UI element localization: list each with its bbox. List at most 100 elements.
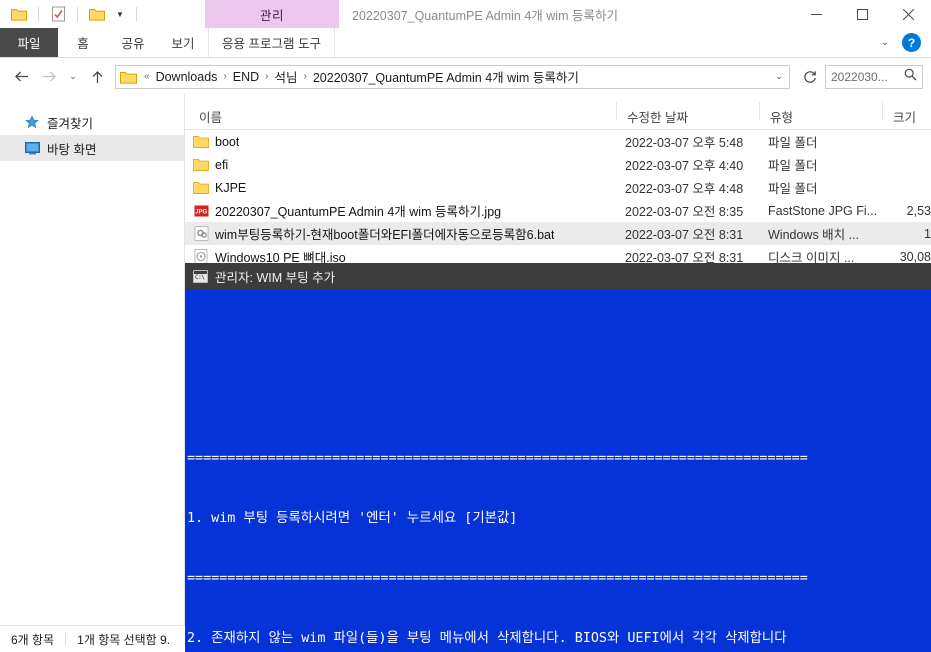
window-controls <box>793 0 931 28</box>
help-button[interactable]: ? <box>902 33 921 52</box>
table-row[interactable]: efi 2022-03-07 오후 4:40 파일 폴더 <box>185 153 931 176</box>
sidebar-item-favorites[interactable]: 즐겨찾기 <box>0 109 184 135</box>
file-type: Windows 배치 ... <box>768 228 860 242</box>
column-header-size[interactable]: 크기 <box>881 102 916 126</box>
file-name: boot <box>215 134 240 149</box>
tab-home[interactable]: 홈 <box>58 28 108 57</box>
search-value: 2022030... <box>831 69 888 84</box>
breadcrumb-item-downloads[interactable]: Downloads <box>154 70 220 84</box>
status-selection-info: 1개 항목 선택함 9. <box>77 632 171 647</box>
sidebar-item-label: 즐겨찾기 <box>47 116 94 131</box>
refresh-button[interactable] <box>797 65 823 89</box>
star-icon <box>24 114 40 130</box>
bat-file-icon <box>193 226 209 242</box>
minimize-button[interactable] <box>793 0 839 28</box>
console-title: 관리자: WIM 부팅 추가 <box>215 270 336 285</box>
file-name-cell: KJPE <box>193 176 246 199</box>
tab-application-tools[interactable]: 응용 프로그램 도구 <box>208 28 335 57</box>
column-headers: 이름 수정한 날짜 유형 크기 <box>185 102 931 130</box>
breadcrumb: « Downloads › END › 석님 › 20220307_Quantu… <box>140 67 581 86</box>
ribbon-right-controls: ⌄ ? <box>876 28 931 57</box>
file-type: 파일 폴더 <box>768 136 818 150</box>
file-name: efi <box>215 157 229 172</box>
desktop-icon <box>24 140 40 156</box>
breadcrumb-overflow[interactable]: « <box>140 71 154 82</box>
file-name-cell: boot <box>193 130 239 153</box>
file-rows: boot 2022-03-07 오후 5:48 파일 폴더 efi 2022-0… <box>185 130 931 268</box>
console-option-2: 2. 존재하지 않는 wim 파일(들)을 부팅 메뉴에서 삭제합니다. BIO… <box>187 631 787 646</box>
folder-icon <box>120 70 137 84</box>
console-icon: C:\ <box>193 269 208 283</box>
file-date: 2022-03-07 오후 4:40 <box>625 159 744 173</box>
address-dropdown-icon[interactable]: ⌄ <box>769 71 789 82</box>
folder-icon[interactable] <box>8 3 30 25</box>
window-title: 20220307_QuantumPE Admin 4개 wim 등록하기 <box>352 8 618 23</box>
recent-locations-icon[interactable]: ⌄ <box>64 64 82 90</box>
file-name-cell: JPG 20220307_QuantumPE Admin 4개 wim 등록하기… <box>193 199 501 222</box>
folder-icon <box>193 157 209 173</box>
file-name: wim부팅등록하기-현재boot폴더와EFI폴더에자동으로등록함6.bat <box>215 228 555 242</box>
status-item-count: 6개 항목 <box>11 632 55 647</box>
table-row[interactable]: JPG 20220307_QuantumPE Admin 4개 wim 등록하기… <box>185 199 931 222</box>
quick-access-toolbar: ▼ <box>0 0 141 28</box>
breadcrumb-item-current[interactable]: 20220307_QuantumPE Admin 4개 wim 등록하기 <box>311 67 581 86</box>
file-name-cell: efi <box>193 153 228 176</box>
column-header-type[interactable]: 유형 <box>758 102 793 126</box>
sidebar-item-desktop[interactable]: 바탕 화면 <box>0 135 184 161</box>
file-type: FastStone JPG Fi... <box>768 203 878 218</box>
column-header-date[interactable]: 수정한 날짜 <box>616 102 688 126</box>
table-row[interactable]: KJPE 2022-03-07 오후 4:48 파일 폴더 <box>185 176 931 199</box>
breadcrumb-separator: › <box>265 71 269 82</box>
toolbar-divider <box>38 6 39 22</box>
contextual-tab-strip: 관리 <box>205 0 339 28</box>
search-input[interactable]: 2022030... <box>825 64 923 89</box>
quick-access-dropdown-icon[interactable]: ▼ <box>112 3 128 25</box>
close-button[interactable] <box>885 0 931 28</box>
console-rule-middle: ========================================… <box>187 571 808 586</box>
file-size <box>875 176 931 199</box>
new-folder-icon[interactable] <box>86 3 108 25</box>
console-window[interactable]: C:\ 관리자: WIM 부팅 추가 =====================… <box>185 263 931 652</box>
svg-text:JPG: JPG <box>195 209 207 215</box>
table-row[interactable]: wim부팅등록하기-현재boot폴더와EFI폴더에자동으로등록함6.bat 20… <box>185 222 931 245</box>
file-type: 파일 폴더 <box>768 182 818 196</box>
file-size: 1 <box>924 226 931 241</box>
address-bar: ⌄ « Downloads › END › 석님 › 20220307_Quan… <box>0 59 931 94</box>
tab-view[interactable]: 보기 <box>158 28 208 57</box>
table-row[interactable]: boot 2022-03-07 오후 5:48 파일 폴더 <box>185 130 931 153</box>
folder-icon <box>193 134 209 150</box>
navigation-pane: 즐겨찾기 바탕 화면 <box>0 94 185 625</box>
breadcrumb-item-seoknim[interactable]: 석님 <box>273 67 300 86</box>
column-header-name[interactable]: 이름 <box>199 107 222 126</box>
file-size <box>875 130 931 153</box>
properties-icon[interactable] <box>47 3 69 25</box>
breadcrumb-item-end[interactable]: END <box>231 70 261 84</box>
folder-icon <box>193 180 209 196</box>
toolbar-divider-2 <box>77 6 78 22</box>
maximize-button[interactable] <box>839 0 885 28</box>
file-date: 2022-03-07 오후 4:48 <box>625 182 744 196</box>
screen: ▼ 관리 20220307_QuantumPE Admin 4개 wim 등록하… <box>0 0 931 652</box>
chevron-down-icon[interactable]: ⌄ <box>876 37 894 48</box>
file-date: 2022-03-07 오전 8:35 <box>625 205 744 219</box>
file-size: 2,53 <box>906 203 931 218</box>
file-date: 2022-03-07 오전 8:31 <box>625 228 744 242</box>
console-output: ========================================… <box>185 289 931 652</box>
sidebar-item-label: 바탕 화면 <box>47 142 97 157</box>
forward-button[interactable] <box>36 64 62 90</box>
search-icon <box>904 68 917 86</box>
file-date: 2022-03-07 오후 5:48 <box>625 136 744 150</box>
breadcrumb-separator: › <box>303 71 307 82</box>
file-name-cell: wim부팅등록하기-현재boot폴더와EFI폴더에자동으로등록함6.bat <box>193 222 554 245</box>
file-type: 파일 폴더 <box>768 159 818 173</box>
address-input[interactable]: « Downloads › END › 석님 › 20220307_Quantu… <box>115 64 790 89</box>
ribbon-tab-bar: 파일 홈 공유 보기 응용 프로그램 도구 ⌄ ? <box>0 28 931 58</box>
tab-file[interactable]: 파일 <box>0 28 58 57</box>
back-button[interactable] <box>8 64 34 90</box>
tab-share[interactable]: 공유 <box>108 28 158 57</box>
up-button[interactable] <box>84 64 110 90</box>
jpg-file-icon: JPG <box>193 203 209 219</box>
console-title-bar: C:\ 관리자: WIM 부팅 추가 <box>185 263 931 289</box>
